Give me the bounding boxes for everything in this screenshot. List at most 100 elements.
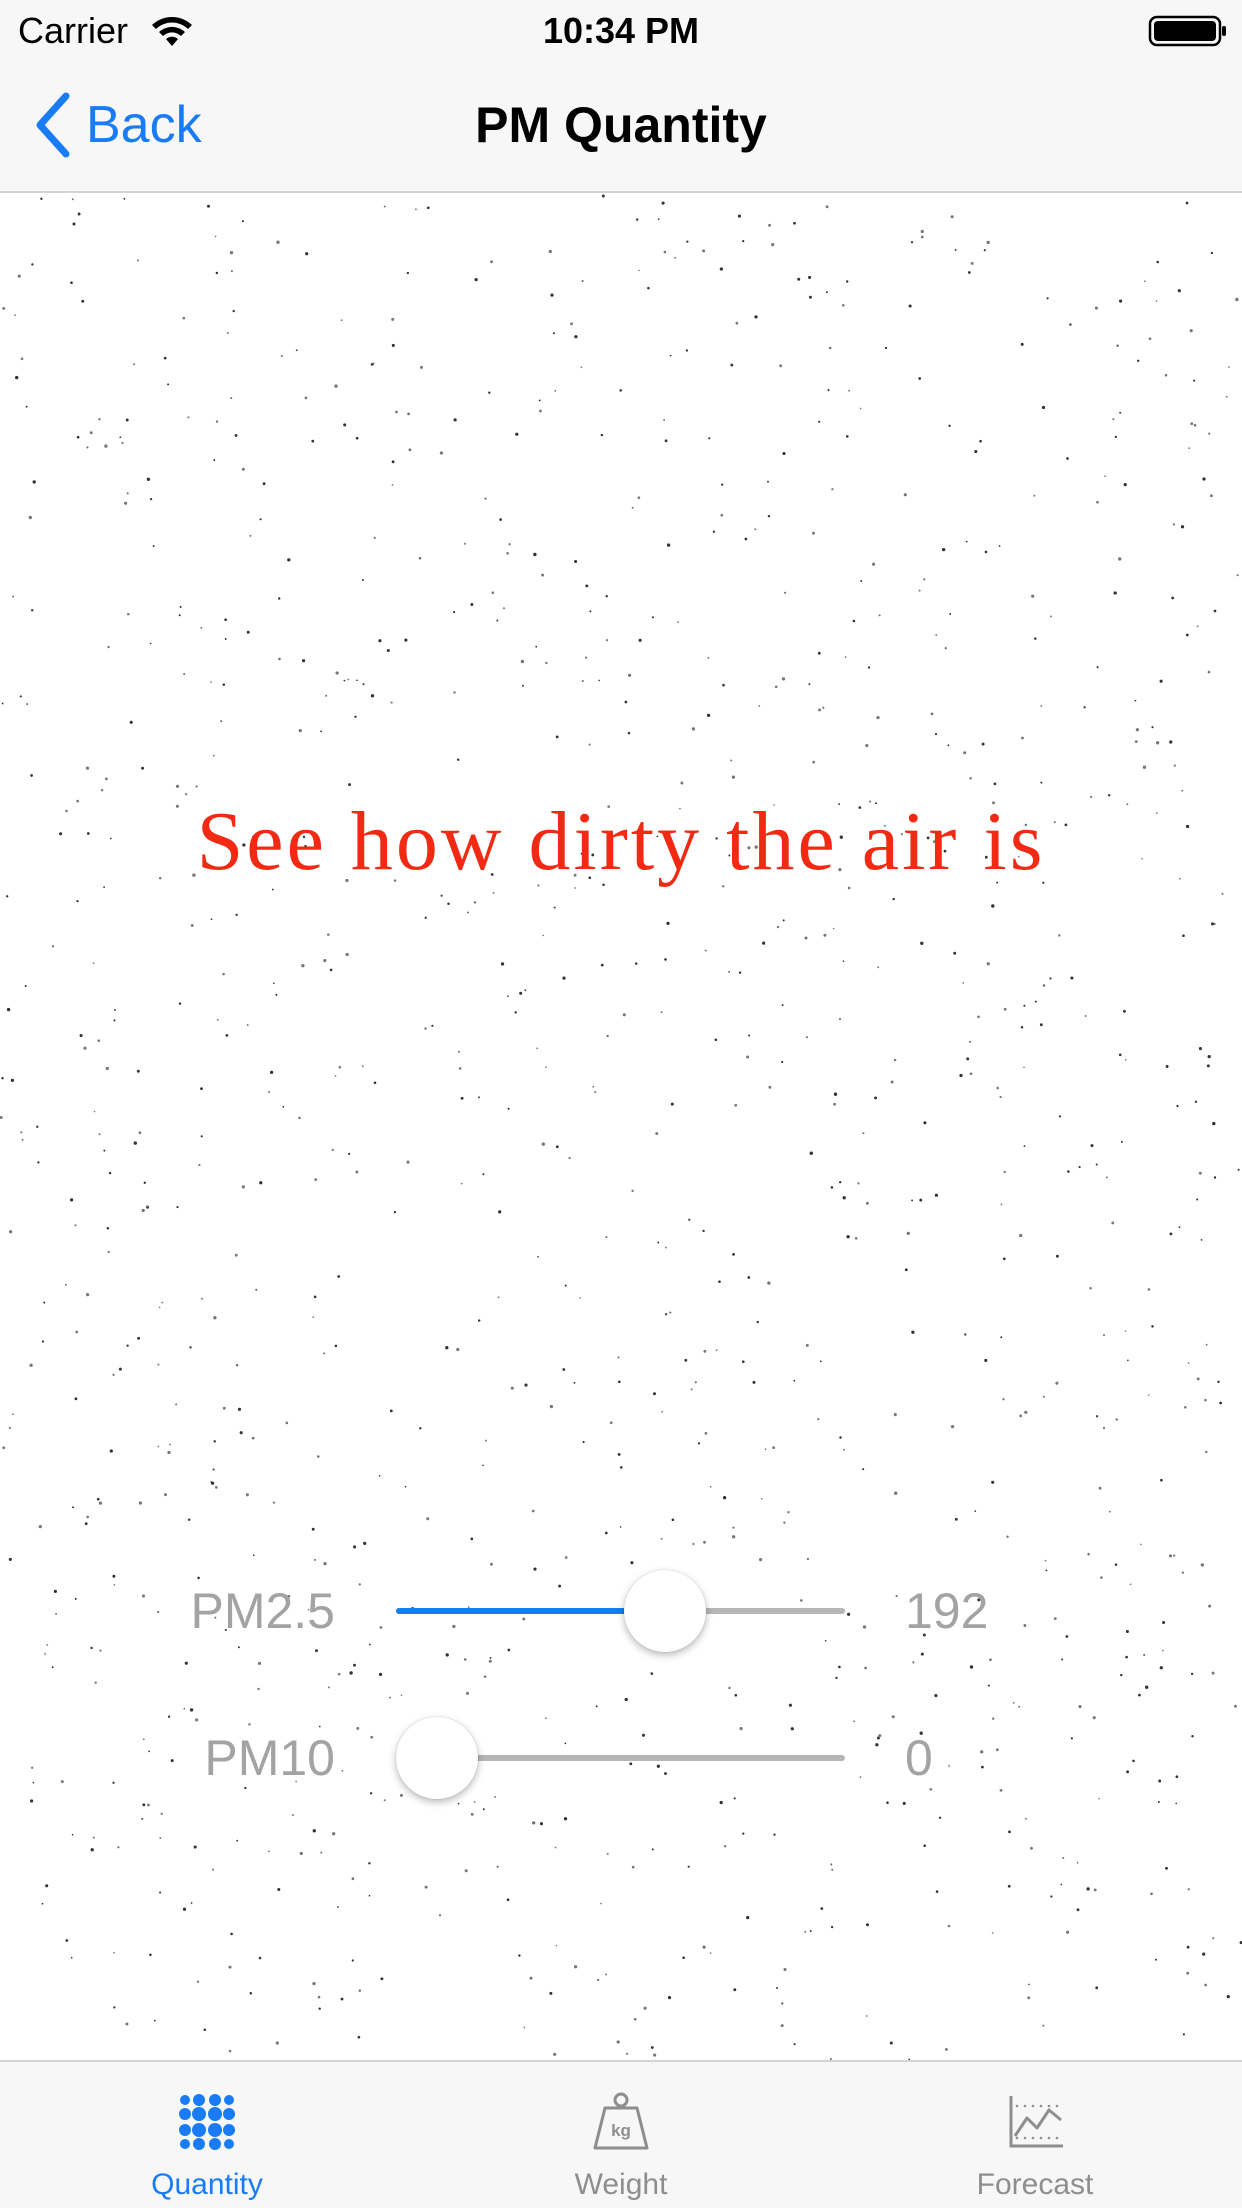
particle-dot xyxy=(541,573,545,577)
tab-weight[interactable]: kg Weight xyxy=(414,2062,828,2208)
particle-dot xyxy=(276,240,280,244)
particle-dot xyxy=(153,2019,156,2022)
particle-dot xyxy=(817,651,821,655)
particle-dot xyxy=(1198,1047,1202,1051)
particle-dot xyxy=(605,1236,608,1239)
particle-dot xyxy=(320,1851,323,1854)
particle-dot xyxy=(1196,1377,1200,1381)
particle-dot xyxy=(1034,637,1037,640)
particle-dot xyxy=(998,545,1001,547)
particle-dot xyxy=(69,1198,74,1202)
particle-dot xyxy=(193,1845,197,1849)
tab-forecast[interactable]: Forecast xyxy=(828,2062,1242,2208)
particle-dot xyxy=(1193,379,1196,382)
particle-dot xyxy=(746,1055,750,1059)
particle-dot xyxy=(28,515,32,520)
particle-dot xyxy=(1177,289,1181,293)
particle-dot xyxy=(1104,475,1106,478)
particle-dot xyxy=(818,420,821,423)
particle-dot xyxy=(631,1865,635,1869)
particle-dot xyxy=(187,1518,191,1522)
pm10-slider-thumb[interactable] xyxy=(396,1717,478,1799)
pm25-slider-track[interactable] xyxy=(396,1608,845,1614)
particle-dot xyxy=(686,240,689,243)
particle-dot xyxy=(400,1694,403,1697)
particle-dot xyxy=(935,1890,939,1893)
particle-dot xyxy=(661,201,665,205)
particle-dot xyxy=(1155,741,1160,745)
particle-dot xyxy=(152,545,155,548)
particle-dot xyxy=(167,1450,171,1455)
particle-dot xyxy=(1118,1053,1122,1057)
particle-dot xyxy=(207,204,210,208)
particle-dot xyxy=(594,1091,597,1094)
particle-dot xyxy=(954,1517,958,1521)
particle-dot xyxy=(724,1845,727,1848)
particle-dot xyxy=(1055,1254,1059,1258)
particle-dot xyxy=(76,435,80,439)
tab-quantity[interactable]: Quantity xyxy=(0,2062,414,2208)
particle-dot xyxy=(622,1013,626,1017)
particle-dot xyxy=(697,1442,701,1445)
particle-dot xyxy=(923,1844,926,1847)
particle-dot xyxy=(431,1024,434,1027)
particle-dot xyxy=(631,1189,634,1193)
particle-dot xyxy=(89,431,93,435)
particle-dot xyxy=(1135,728,1140,732)
particle-dot xyxy=(113,1951,115,1954)
particle-dot xyxy=(259,518,262,521)
particle-dot xyxy=(391,483,394,486)
particle-dot xyxy=(85,1292,90,1297)
particle-dot xyxy=(947,1924,951,1928)
particle-dot xyxy=(438,1914,442,1917)
particle-dot xyxy=(1070,976,1074,980)
particle-dot xyxy=(1115,1418,1118,1421)
particle-dot xyxy=(1187,1362,1190,1364)
particle-dot xyxy=(317,1995,321,1999)
particle-dot xyxy=(542,934,544,937)
particle-dot xyxy=(1067,1170,1070,1173)
particle-dot xyxy=(275,2041,279,2045)
particle-dot xyxy=(812,531,815,535)
particle-dot xyxy=(730,759,733,762)
particle-dot xyxy=(355,1170,359,1174)
particle-dot xyxy=(210,681,212,683)
particle-dot xyxy=(482,1464,484,1467)
particle-dot xyxy=(137,1336,141,1340)
particle-dot xyxy=(677,621,679,623)
particle-dot xyxy=(536,1047,539,1050)
particle-dot xyxy=(1114,435,1117,439)
pm25-slider-thumb[interactable] xyxy=(623,1570,706,1652)
particle-dot xyxy=(159,1891,162,1894)
particle-dot xyxy=(278,657,281,661)
particle-dot xyxy=(1182,934,1185,937)
particle-dot xyxy=(230,397,233,400)
particle-dot xyxy=(1194,1100,1198,1103)
particle-dot xyxy=(277,1887,281,1892)
particle-dot xyxy=(548,249,552,254)
particle-dot xyxy=(383,205,386,208)
particle-dot xyxy=(742,1360,745,1363)
particle-dot xyxy=(562,1368,566,1371)
particle-dot xyxy=(959,1073,963,1078)
particle-dot xyxy=(1221,892,1224,895)
particle-dot xyxy=(991,1480,995,1484)
particle-dot xyxy=(1002,1398,1005,1401)
particle-dot xyxy=(703,1349,707,1353)
particle-dot xyxy=(774,685,778,689)
particle-dot xyxy=(474,277,478,282)
particle-dot xyxy=(492,891,495,894)
particle-dot xyxy=(295,349,298,352)
particle-dot xyxy=(532,1821,536,1825)
particle-dot xyxy=(609,1421,613,1425)
particle-dot xyxy=(6,895,9,898)
particle-dot xyxy=(617,1356,620,1359)
particle-dot xyxy=(127,612,130,616)
particle-dot xyxy=(1103,1334,1105,1337)
particle-dot xyxy=(893,1058,897,1062)
particle-dot xyxy=(2,306,6,310)
particle-dot xyxy=(232,309,235,313)
particle-dot xyxy=(1083,706,1086,709)
particle-dot xyxy=(235,913,238,917)
particle-dot xyxy=(6,1007,11,1012)
